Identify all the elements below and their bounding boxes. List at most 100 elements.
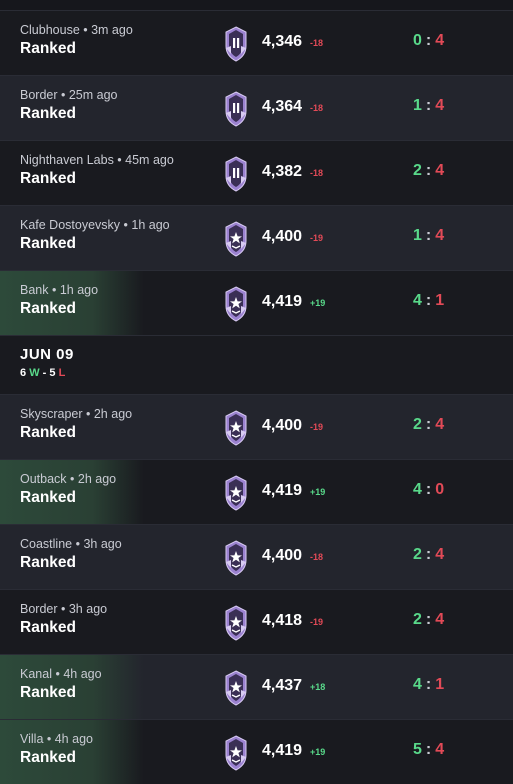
- match-meta: Border • 25m ago: [20, 88, 118, 102]
- rating-delta: -18: [310, 103, 324, 113]
- rank-silver-2-icon: [225, 26, 247, 62]
- score-theirs: 4: [435, 227, 445, 244]
- match-meta: Bank • 1h ago: [20, 283, 99, 297]
- rating-delta: +18: [310, 682, 326, 692]
- match-score: 1:4: [413, 227, 444, 245]
- match-mode: Ranked: [20, 170, 76, 187]
- match-score: 4:1: [413, 676, 444, 694]
- score-separator: :: [425, 292, 432, 309]
- match-group: Clubhouse • 3m ago Ranked 4,346 -18 0:4 …: [0, 10, 513, 335]
- score-separator: :: [425, 741, 432, 758]
- match-score: 4:1: [413, 292, 444, 310]
- score-theirs: 4: [435, 741, 445, 758]
- match-rating: 4,418: [262, 612, 303, 629]
- match-meta: Kafe Dostoyevsky • 1h ago: [20, 218, 170, 232]
- score-theirs: 4: [435, 546, 445, 563]
- day-losses: 5: [49, 367, 56, 379]
- match-time: 3m ago: [91, 23, 133, 37]
- match-row[interactable]: Outback • 2h ago Ranked 4,419 +19 4:0: [0, 459, 513, 524]
- score-separator: :: [425, 416, 432, 433]
- score-separator: :: [425, 32, 432, 49]
- match-map: Skyscraper: [20, 407, 83, 421]
- score-theirs: 1: [435, 292, 445, 309]
- match-score: 4:0: [413, 481, 444, 499]
- rating-delta: -19: [310, 233, 324, 243]
- match-meta: Outback • 2h ago: [20, 472, 117, 486]
- rating-delta: +19: [310, 487, 326, 497]
- match-map: Kanal: [20, 667, 52, 681]
- rank-silver-1-icon: [225, 605, 247, 641]
- match-row[interactable]: Clubhouse • 3m ago Ranked 4,346 -18 0:4: [0, 10, 513, 75]
- match-time: 1h ago: [131, 218, 170, 232]
- day-record: 6 W - 5 L: [20, 367, 65, 379]
- rating-delta: +19: [310, 747, 326, 757]
- rating-delta: -18: [310, 168, 324, 178]
- match-time: 45m ago: [125, 153, 174, 167]
- match-map: Villa: [20, 732, 44, 746]
- day-record-dash: -: [42, 367, 47, 379]
- score-ours: 5: [413, 741, 422, 758]
- match-row[interactable]: Villa • 4h ago Ranked 4,419 +19 5:4: [0, 719, 513, 784]
- match-score: 2:4: [413, 162, 444, 180]
- match-rating: 4,419: [262, 482, 303, 499]
- match-map: Outback: [20, 472, 67, 486]
- match-map: Border: [20, 602, 58, 616]
- match-rating: 4,419: [262, 742, 303, 759]
- rating-delta: +19: [310, 298, 326, 308]
- match-meta: Clubhouse • 3m ago: [20, 23, 133, 37]
- match-map: Nighthaven Labs: [20, 153, 114, 167]
- match-mode: Ranked: [20, 554, 76, 571]
- match-meta: Border • 3h ago: [20, 602, 108, 616]
- match-mode: Ranked: [20, 424, 76, 441]
- match-time: 2h ago: [93, 407, 133, 421]
- match-mode: Ranked: [20, 684, 76, 701]
- match-mode: Ranked: [20, 749, 76, 766]
- match-score: 2:4: [413, 416, 444, 434]
- score-ours: 2: [413, 162, 422, 179]
- match-score: 2:4: [413, 611, 444, 629]
- score-ours: 4: [413, 292, 422, 309]
- match-row[interactable]: Nighthaven Labs • 45m ago Ranked 4,382 -…: [0, 140, 513, 205]
- match-rating: 4,400: [262, 417, 303, 434]
- match-row[interactable]: Skyscraper • 2h ago Ranked 4,400 -19 2:4: [0, 394, 513, 459]
- match-row[interactable]: Kanal • 4h ago Ranked 4,437 +18 4:1: [0, 654, 513, 719]
- score-ours: 1: [413, 97, 422, 114]
- match-score: 5:4: [413, 741, 444, 759]
- match-rating: 4,400: [262, 228, 303, 245]
- match-time: 4h ago: [54, 732, 93, 746]
- match-group: Skyscraper • 2h ago Ranked 4,400 -19 2:4…: [0, 394, 513, 784]
- match-score: 0:4: [413, 32, 444, 50]
- match-mode: Ranked: [20, 235, 76, 252]
- match-row[interactable]: Bank • 1h ago Ranked 4,419 +19 4:1: [0, 270, 513, 335]
- match-rating: 4,400: [262, 547, 303, 564]
- score-separator: :: [425, 676, 432, 693]
- match-rating: 4,437: [262, 677, 303, 694]
- score-separator: :: [425, 546, 432, 563]
- day-losses-label: L: [58, 367, 66, 379]
- score-theirs: 1: [435, 676, 445, 693]
- rank-silver-1-icon: [225, 475, 247, 511]
- day-date: JUN 09: [20, 346, 74, 363]
- match-map: Clubhouse: [20, 23, 80, 37]
- match-row[interactable]: Kafe Dostoyevsky • 1h ago Ranked 4,400 -…: [0, 205, 513, 270]
- score-separator: :: [425, 611, 432, 628]
- match-row[interactable]: Border • 25m ago Ranked 4,364 -18 1:4: [0, 75, 513, 140]
- match-row[interactable]: Border • 3h ago Ranked 4,418 -19 2:4: [0, 589, 513, 654]
- rank-silver-1-icon: [225, 410, 247, 446]
- score-separator: :: [425, 227, 432, 244]
- score-ours: 2: [413, 611, 422, 628]
- rating-delta: -19: [310, 422, 324, 432]
- score-ours: 4: [413, 676, 422, 693]
- match-time: 25m ago: [68, 88, 118, 102]
- score-ours: 2: [413, 416, 422, 433]
- score-theirs: 4: [435, 97, 445, 114]
- score-ours: 2: [413, 546, 422, 563]
- rank-silver-2-icon: [225, 156, 247, 192]
- match-time: 4h ago: [63, 667, 102, 681]
- match-row[interactable]: Coastline • 3h ago Ranked 4,400 -18 2:4: [0, 524, 513, 589]
- match-score: 1:4: [413, 97, 444, 115]
- match-time: 2h ago: [77, 472, 117, 486]
- match-mode: Ranked: [20, 300, 76, 317]
- match-map: Border: [20, 88, 58, 102]
- match-rating: 4,364: [262, 98, 303, 115]
